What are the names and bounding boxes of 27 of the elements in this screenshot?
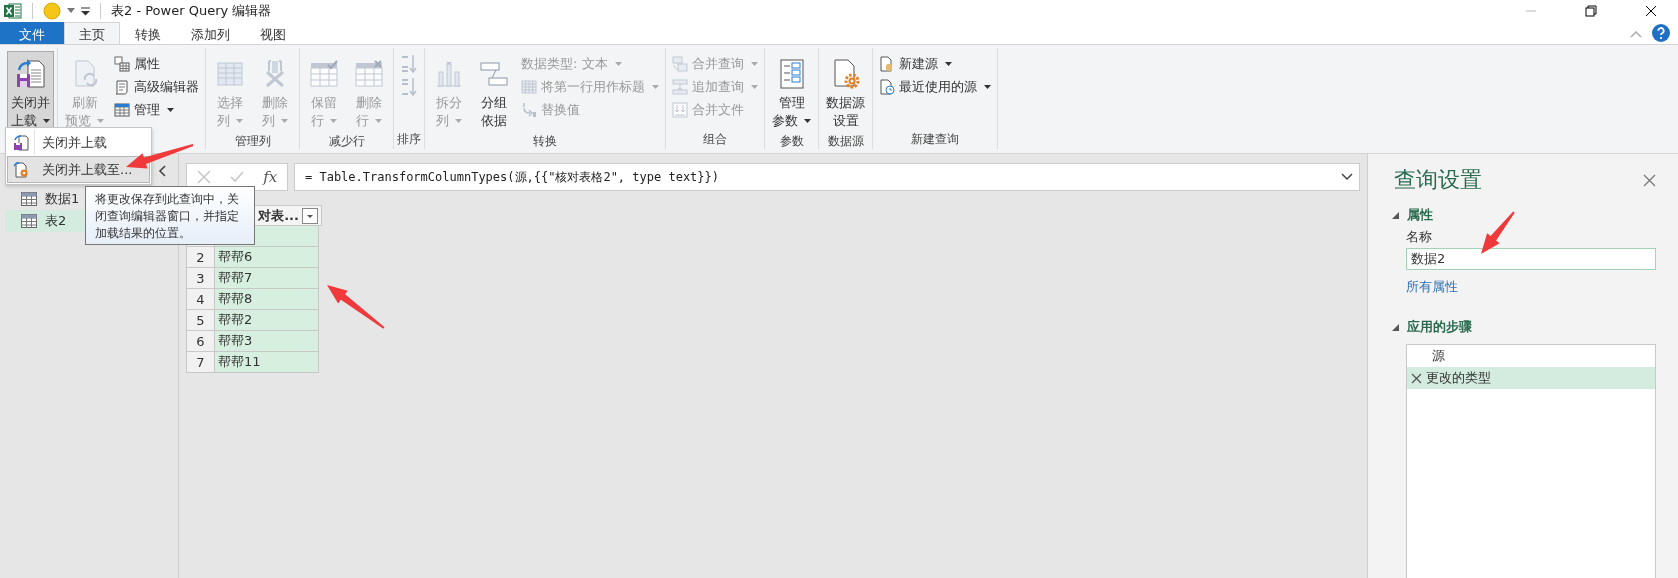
tooltip: 将更改保存到此查询中，关闭查询编辑器窗口，并指定加载结果的位置。 [85,186,255,245]
pane-title: 查询设置 [1394,166,1482,194]
table-cell: 帮帮2 [215,310,319,331]
header-text: 对表... [258,206,299,225]
table-cell: 帮帮6 [215,247,319,268]
group-label: 组合 [703,130,727,148]
table-cell: 帮帮11 [215,352,319,373]
section-heading: 属性 [1407,206,1433,224]
group-label: 管理列 [234,133,271,150]
section-heading: 应用的步骤 [1407,318,1472,336]
group-label: 数据源 [827,133,864,150]
row-number: 7 [186,352,215,373]
field-label: 名称 [1406,228,1433,246]
row-number: 3 [186,268,215,289]
group-label: 转换 [533,133,557,150]
table-cell: 帮帮8 [215,289,319,310]
group-label: 参数 [779,133,804,150]
row-number: 6 [186,331,215,352]
window-title: 表2 - Power Query 编辑器 [111,2,272,20]
row-number: 4 [186,289,215,310]
group-label: 新建查询 [911,130,959,148]
table-cell: 帮帮3 [215,331,319,352]
row-number: 2 [186,247,215,268]
group-label: 减少行 [328,133,365,150]
group-label: 排序 [397,130,421,148]
row-number: 5 [186,310,215,331]
table-cell: 帮帮7 [215,268,319,289]
